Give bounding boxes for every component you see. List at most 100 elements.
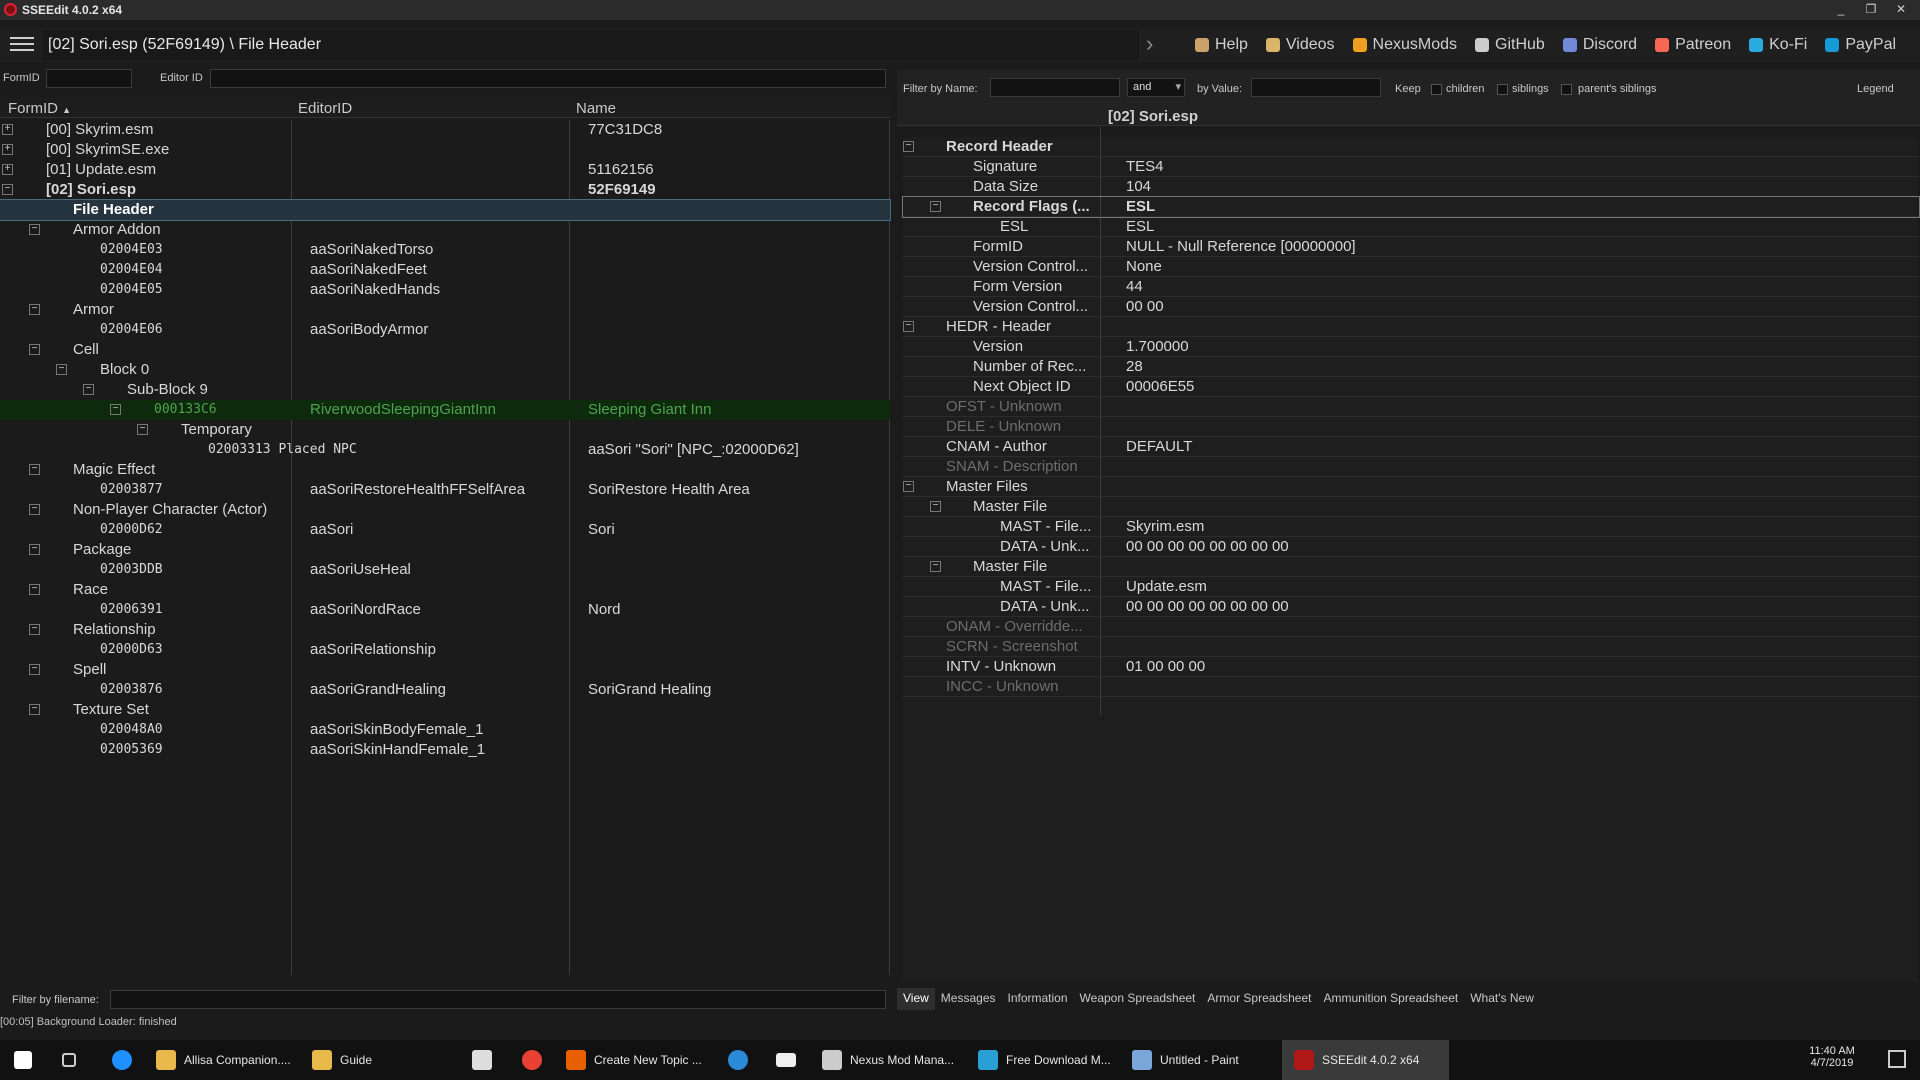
tree-row[interactable]: File Header [0,199,891,221]
expand-toggle-icon[interactable]: − [29,584,40,595]
tab-ammunition-spreadsheet[interactable]: Ammunition Spreadsheet [1317,988,1464,1010]
tree-row[interactable]: 02005369 aaSoriSkinHandFemale_1 [0,740,890,760]
tree-row[interactable]: 02004E04 aaSoriNakedFeet [0,260,890,280]
tree-row[interactable]: 02006391 aaSoriNordRace Nord [0,600,890,620]
tree-row[interactable]: − Armor [0,300,890,320]
close-button[interactable]: ✕ [1886,0,1916,20]
record-row[interactable]: MAST - File... Update.esm [903,577,1919,597]
tree-row[interactable]: 020048A0 aaSoriSkinBodyFemale_1 [0,720,890,740]
record-row[interactable]: INCC - Unknown [903,677,1919,697]
editorid-filter-input[interactable] [210,69,886,88]
taskbar-item[interactable]: Nexus Mod Mana... [822,1040,954,1080]
tab-weapon-spreadsheet[interactable]: Weapon Spreadsheet [1074,988,1202,1010]
tree-row[interactable]: − Non-Player Character (Actor) [0,500,890,520]
expand-toggle-icon[interactable]: − [2,184,13,195]
ie-button[interactable] [728,1040,756,1080]
col-header-formid[interactable]: FormID ▲ [8,100,71,118]
expand-toggle-icon[interactable]: − [903,321,914,332]
link-help[interactable]: Help [1195,36,1248,54]
record-row[interactable]: CNAM - Author DEFAULT [903,437,1919,457]
tab-view[interactable]: View [897,988,935,1010]
expand-toggle-icon[interactable]: + [2,144,13,155]
clock-time[interactable]: 11:40 AM [1802,1045,1862,1057]
tree-row[interactable]: − Package [0,540,890,560]
record-row[interactable]: SCRN - Screenshot [903,637,1919,657]
tree-row[interactable]: 02003313 Placed NPC aaSori "Sori" [NPC_:0… [0,440,890,460]
record-row[interactable]: Version 1.700000 [903,337,1919,357]
expand-toggle-icon[interactable]: − [137,424,148,435]
record-row[interactable]: − HEDR - Header [903,317,1919,337]
record-row[interactable]: Signature TES4 [903,157,1919,177]
taskbar-item[interactable]: SSEEdit 4.0.2 x64 [1282,1040,1450,1080]
siblings-checkbox[interactable] [1497,84,1508,95]
start-button[interactable] [14,1040,40,1080]
record-row[interactable]: DATA - Unk... 00 00 00 00 00 00 00 00 [903,537,1919,557]
mail-button[interactable] [776,1040,804,1080]
record-row[interactable]: DELE - Unknown [903,417,1919,437]
expand-toggle-icon[interactable]: − [56,364,67,375]
tree-row[interactable]: − Cell [0,340,890,360]
and-or-select[interactable]: and ▾ [1127,78,1185,97]
record-row[interactable]: OFST - Unknown [903,397,1919,417]
taskbar-item[interactable]: Guide [312,1040,372,1080]
link-patreon[interactable]: Patreon [1655,36,1731,54]
tree-row[interactable]: + [00] SkyrimSE.exe [0,140,890,160]
taskbar-item[interactable]: Free Download M... [978,1040,1111,1080]
tree-row[interactable]: − 000133C6 RiverwoodSleepingGiantInn Sleepi… [0,400,890,420]
tree-row[interactable]: − Relationship [0,620,890,640]
expand-toggle-icon[interactable]: − [930,201,941,212]
tree-row[interactable]: 02004E06 aaSoriBodyArmor [0,320,890,340]
expand-toggle-icon[interactable]: − [29,504,40,515]
filter-by-filename-input[interactable] [110,990,886,1009]
clock-date[interactable]: 4/7/2019 [1802,1057,1862,1069]
record-row[interactable]: − Master File [903,497,1919,517]
legend-button[interactable]: Legend [1857,83,1894,95]
record-row[interactable]: DATA - Unk... 00 00 00 00 00 00 00 00 [903,597,1919,617]
tree-row[interactable]: − Magic Effect [0,460,890,480]
task-view-button[interactable] [62,1040,84,1080]
record-row[interactable]: − Record Header [903,137,1919,157]
expand-toggle-icon[interactable]: − [29,664,40,675]
expand-toggle-icon[interactable]: − [29,344,40,355]
tree-row[interactable]: − Race [0,580,890,600]
link-github[interactable]: GitHub [1475,36,1545,54]
filter-by-name-input[interactable] [990,78,1120,97]
tab-information[interactable]: Information [1002,988,1074,1010]
expand-toggle-icon[interactable]: − [29,624,40,635]
record-row[interactable]: Form Version 44 [903,277,1919,297]
col-header-editorid[interactable]: EditorID [298,100,352,118]
tree-row[interactable]: − Texture Set [0,700,890,720]
expand-toggle-icon[interactable]: − [930,561,941,572]
expand-toggle-icon[interactable]: + [2,164,13,175]
tree-row[interactable]: − Sub-Block 9 [0,380,890,400]
record-row[interactable]: − Master File [903,557,1919,577]
link-videos[interactable]: Videos [1265,36,1335,54]
tree-row[interactable]: − Block 0 [0,360,890,380]
filter-by-value-input[interactable] [1251,78,1381,97]
tab-armor-spreadsheet[interactable]: Armor Spreadsheet [1201,988,1317,1010]
taskbar-item[interactable]: Untitled - Paint [1132,1040,1239,1080]
parents-siblings-checkbox[interactable] [1561,84,1572,95]
record-row[interactable]: FormID NULL - Null Reference [00000000] [903,237,1919,257]
edge-button[interactable] [112,1040,140,1080]
tab-what-s-new[interactable]: What's New [1464,988,1540,1010]
formid-filter-input[interactable] [46,69,132,88]
tree-row[interactable]: 02000D62 aaSori Sori [0,520,890,540]
link-paypal[interactable]: PayPal [1825,36,1896,54]
notifications-icon[interactable] [1888,1050,1906,1068]
store-button[interactable] [472,1040,500,1080]
expand-toggle-icon[interactable]: + [2,124,13,135]
expand-toggle-icon[interactable]: − [29,224,40,235]
col-header-name[interactable]: Name [576,100,616,118]
maximize-button[interactable]: ❐ [1856,0,1886,20]
minimize-button[interactable]: _ [1826,0,1856,20]
chrome-button[interactable] [522,1040,550,1080]
tree-row[interactable]: 02003877 aaSoriRestoreHealthFFSelfArea Sor… [0,480,890,500]
expand-toggle-icon[interactable]: − [903,141,914,152]
expand-toggle-icon[interactable]: − [29,464,40,475]
tree-row[interactable]: − [02] Sori.esp 52F69149 [0,180,890,200]
tree-row[interactable]: 02000D63 aaSoriRelationship [0,640,890,660]
expand-toggle-icon[interactable]: − [110,404,121,415]
expand-toggle-icon[interactable]: − [29,704,40,715]
tree-row[interactable]: − Temporary [0,420,890,440]
